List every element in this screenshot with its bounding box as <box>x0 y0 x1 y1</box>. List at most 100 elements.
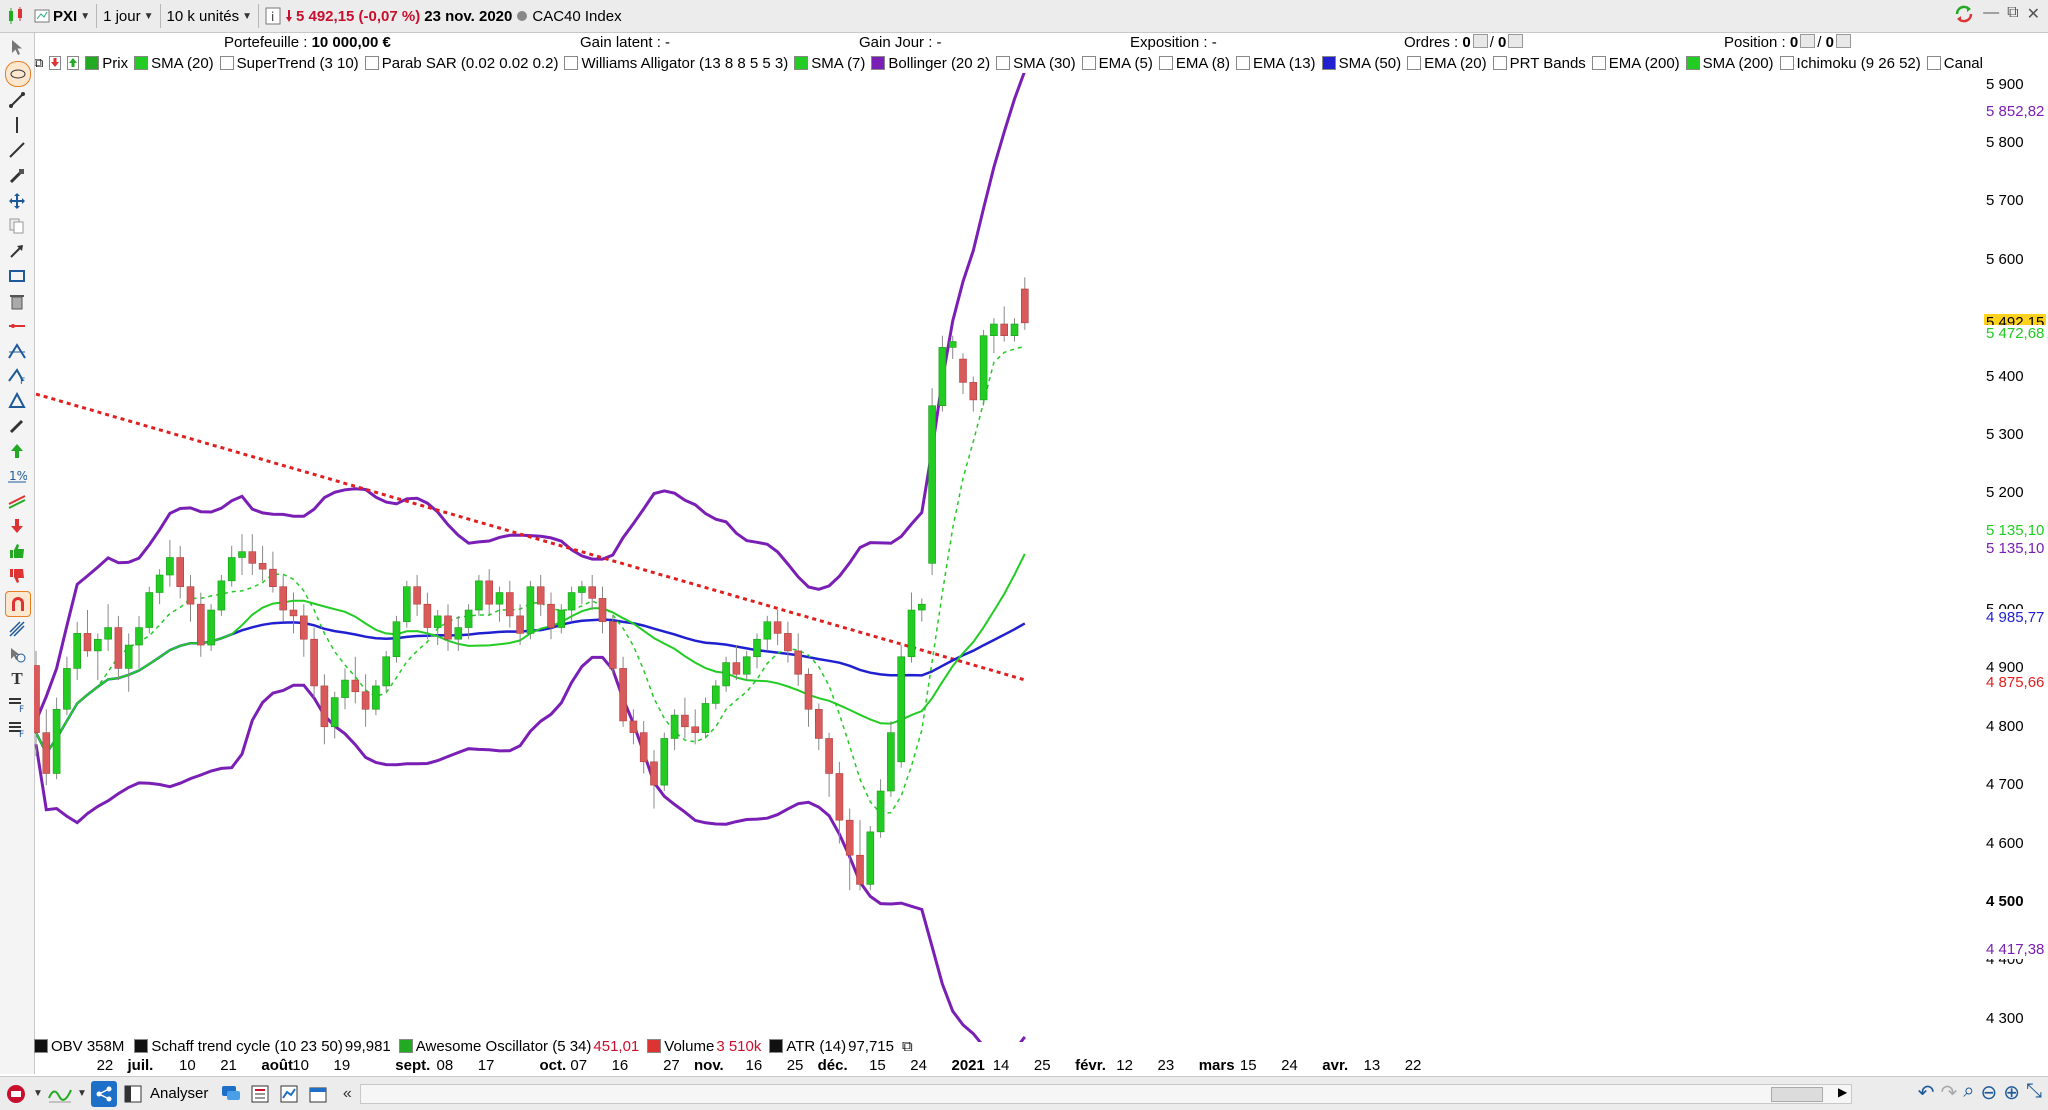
restore-chart-icon[interactable]: ⧉ <box>34 55 43 71</box>
share-icon[interactable] <box>91 1080 117 1107</box>
move-down-icon[interactable] <box>49 56 62 70</box>
lower-indicator-item[interactable]: ATR (14) 97,715 <box>769 1038 894 1055</box>
triangle-icon[interactable] <box>5 389 29 413</box>
period-selector[interactable]: 1 jour ▼ <box>101 4 161 28</box>
candle-body <box>887 732 895 792</box>
cursor-cycle-icon[interactable] <box>5 642 29 666</box>
price-axis[interactable]: 5 9005 8005 7005 6005 4005 3005 2005 100… <box>1984 73 2048 1042</box>
candle-body <box>124 644 133 669</box>
indicator-legend-item[interactable]: EMA (20) <box>1407 55 1487 72</box>
chat-icon[interactable] <box>218 1081 244 1107</box>
move-up-icon[interactable] <box>67 56 80 70</box>
pen-icon[interactable] <box>5 414 29 438</box>
indicator-legend-item[interactable]: EMA (13) <box>1236 55 1316 72</box>
analyser-button[interactable]: Analyser <box>150 1085 208 1102</box>
symbol-selector[interactable]: PXI ▼ <box>32 4 98 28</box>
minimize-icon[interactable]: — <box>1983 4 1999 29</box>
restore-indicators-icon[interactable]: ⧉ <box>902 1038 913 1055</box>
scrollbar-thumb[interactable] <box>1771 1087 1823 1102</box>
fibonacci-f-icon[interactable]: F <box>5 364 29 388</box>
cursor-icon[interactable] <box>5 35 29 59</box>
screener-icon[interactable] <box>276 1081 302 1107</box>
thumbs-down-icon[interactable] <box>5 564 29 588</box>
indicator-legend-item[interactable]: PRT Bands <box>1492 55 1586 72</box>
trendline-tool-icon[interactable] <box>5 138 29 162</box>
robot-icon[interactable] <box>3 1081 29 1107</box>
lower-indicator-item[interactable]: Schaff trend cycle (10 23 50) 99,981 <box>134 1038 391 1055</box>
chart-type-icon[interactable] <box>6 4 28 28</box>
scroll-right-icon[interactable]: ▶ <box>1838 1085 1847 1099</box>
down-arrow-icon[interactable] <box>5 514 29 538</box>
candle-body <box>433 615 442 628</box>
indicator-legend-item[interactable]: SuperTrend (3 10) <box>219 55 359 72</box>
up-arrow-icon[interactable] <box>5 439 29 463</box>
indicator-legend-item[interactable]: SMA (30) <box>996 55 1076 72</box>
vertical-line-icon[interactable] <box>5 113 29 137</box>
news-icon[interactable] <box>247 1081 273 1107</box>
list-f-icon[interactable]: F <box>5 717 29 741</box>
undo-icon[interactable]: ↶ <box>1918 1080 1935 1105</box>
trash-icon[interactable] <box>5 289 29 313</box>
position-list-icon[interactable] <box>1835 34 1851 48</box>
indicator-legend-item[interactable]: EMA (8) <box>1158 55 1230 72</box>
ellipse-tool-icon[interactable] <box>5 61 31 87</box>
tools-icon[interactable] <box>5 164 29 188</box>
units-selector[interactable]: 10 k unités ▼ <box>165 4 259 28</box>
double-chevron-left-icon[interactable]: « <box>334 1081 360 1107</box>
position-list-icon[interactable] <box>1800 34 1816 48</box>
pitchfork-icon[interactable] <box>5 617 29 641</box>
indicator-legend-item[interactable]: SMA (20) <box>134 55 214 72</box>
thumbs-up-icon[interactable] <box>5 539 29 563</box>
price-tick-label: 5 300 <box>1986 425 2024 443</box>
zoom-out-icon[interactable]: ⊖ <box>1980 1080 1997 1105</box>
lower-indicator-item[interactable]: Volume 3 510k <box>647 1038 761 1055</box>
indicator-label: Parab SAR (0.02 0.02 0.2) <box>381 54 559 72</box>
indicator-legend-item[interactable]: EMA (200) <box>1591 55 1680 72</box>
indicator-wave-icon[interactable] <box>47 1081 73 1107</box>
indicator-legend-item[interactable]: SMA (200) <box>1685 55 1774 72</box>
chevron-down-icon[interactable]: ▼ <box>76 1081 88 1107</box>
lower-indicator-item[interactable]: Awesome Oscillator (5 34) 451,01 <box>398 1038 639 1055</box>
arrow-line-icon[interactable] <box>5 239 29 263</box>
info-icon[interactable]: i <box>265 4 281 28</box>
indicator-legend-item[interactable]: Parab SAR (0.02 0.02 0.2) <box>364 54 559 72</box>
chart-scrollbar[interactable] <box>360 1084 1852 1104</box>
chevron-down-icon[interactable]: ▼ <box>32 1081 44 1107</box>
fibonacci-icon[interactable] <box>5 339 29 363</box>
channel-icon[interactable] <box>5 489 29 513</box>
zoom-reset-icon[interactable]: ⌕ <box>1963 1080 1974 1105</box>
orders-list-icon[interactable] <box>1508 34 1524 48</box>
move-icon[interactable] <box>5 189 29 213</box>
candle-body <box>773 621 782 634</box>
horizontal-line-icon[interactable] <box>5 314 29 338</box>
indicator-legend-item[interactable]: Prix <box>85 55 128 72</box>
redo-icon[interactable]: ↷ <box>1941 1080 1958 1105</box>
indicator-legend-item[interactable]: Canal de Don <box>1926 55 1984 72</box>
indicator-legend-item[interactable]: SMA (50) <box>1321 55 1401 72</box>
lower-indicator-item[interactable]: OBV 358M <box>34 1038 126 1055</box>
copy-icon[interactable] <box>5 214 29 238</box>
calendar-icon[interactable] <box>305 1081 331 1107</box>
date-axis[interactable]: 22 juil. 10 21 août 10 19 sept. 08 17 oct. 07 16 27 no… <box>34 1056 1984 1076</box>
indicator-legend-item[interactable]: SMA (7) <box>794 55 865 72</box>
indicator-legend-item[interactable]: EMA (5) <box>1081 55 1153 72</box>
close-icon[interactable]: ✕ <box>2027 4 2040 29</box>
percent-icon[interactable]: 1% <box>5 464 29 488</box>
rectangle-tool-icon[interactable] <box>5 264 29 288</box>
magnet-icon[interactable] <box>5 591 31 617</box>
text-f-icon[interactable]: F <box>5 692 29 716</box>
refresh-icon[interactable] <box>1953 4 1975 29</box>
price-chart[interactable] <box>32 70 1984 1058</box>
indicator-legend-item[interactable]: Ichimoku (9 26 52) <box>1779 55 1921 72</box>
price-chart-svg[interactable] <box>32 70 1984 1058</box>
indicator-legend-item[interactable]: Williams Alligator (13 8 8 5 5 3) <box>564 55 788 72</box>
orders-list-icon[interactable] <box>1472 34 1488 48</box>
restore-icon[interactable]: ⧉ <box>2007 4 2018 29</box>
text-tool-icon[interactable]: T <box>5 667 29 691</box>
indicator-legend-bar: ⧉ Prix SMA (20) SuperTrend (3 10) Parab SAR… <box>34 53 1984 73</box>
zoom-in-icon[interactable]: ⊕ <box>2003 1080 2020 1105</box>
split-view-icon[interactable] <box>120 1081 146 1107</box>
segment-tool-icon[interactable] <box>5 88 29 112</box>
zoom-extent-icon[interactable]: ⤡ <box>2026 1080 2042 1105</box>
indicator-legend-item[interactable]: Bollinger (20 2) <box>871 55 990 72</box>
